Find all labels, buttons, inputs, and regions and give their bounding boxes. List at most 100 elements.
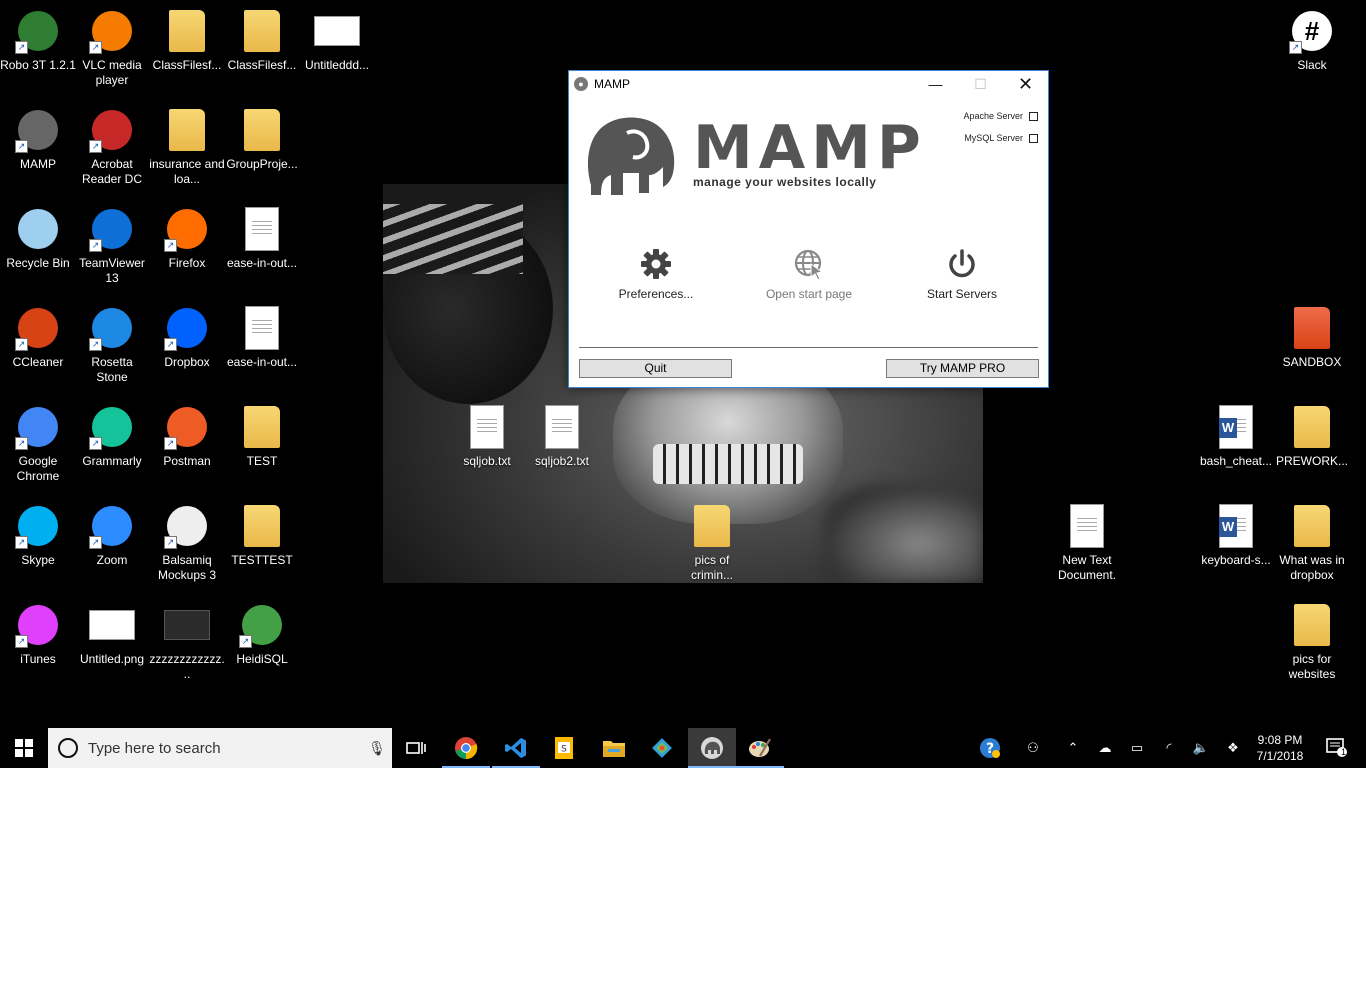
desktop-icon-vlc-media-player[interactable]: ↗ VLC media player [74, 8, 150, 88]
microphone-icon[interactable]: 🎙 [362, 740, 392, 757]
mamp-titlebar[interactable]: ● MAMP — ☐ ✕ [569, 71, 1048, 97]
desktop-icon-mamp[interactable]: ↗ MAMP [0, 107, 76, 172]
desktop-icon-untitleddd[interactable]: Untitleddd... [299, 8, 375, 73]
taskbar-vscode[interactable] [492, 728, 540, 768]
desktop-icon-test[interactable]: TEST [224, 404, 300, 469]
shortcut-arrow-icon: ↗ [15, 338, 28, 351]
tray-dropbox[interactable]: ❖ [1222, 728, 1244, 768]
file-explorer-icon [603, 741, 625, 757]
desktop-icon-rosetta-stone[interactable]: ↗ Rosetta Stone [74, 305, 150, 385]
desktop-icon-teamviewer-13[interactable]: ↗ TeamViewer 13 [74, 206, 150, 286]
desktop-icon-insurance-and-loa[interactable]: insurance and loa... [149, 107, 225, 187]
taskbar-gitkraken[interactable] [638, 728, 686, 768]
task-view-button[interactable] [392, 728, 440, 768]
sandbox-folder-icon [1289, 305, 1335, 351]
desktop-icon-acrobat-reader-dc[interactable]: ↗ Acrobat Reader DC [74, 107, 150, 187]
taskbar-chrome[interactable] [442, 728, 490, 768]
folder-icon [164, 8, 210, 54]
desktop-icon-sqljob[interactable]: sqljob.txt [449, 404, 525, 469]
desktop-icon-classfilesf[interactable]: ClassFilesf... [149, 8, 225, 73]
minimize-button[interactable]: — [913, 71, 958, 97]
desktop-icon-itunes[interactable]: ↗ iTunes [0, 602, 76, 667]
image-thumbnail-icon [314, 8, 360, 54]
tray-network[interactable]: ◜ [1158, 728, 1180, 768]
tray-onedrive[interactable]: ☁ [1094, 728, 1116, 768]
windows-logo-icon [15, 739, 33, 757]
tray-people[interactable]: ⚇ [1020, 728, 1046, 768]
desktop-icon-bash-cheat[interactable]: W bash_cheat... [1198, 404, 1274, 469]
open-start-page-button[interactable]: Open start page [739, 247, 879, 301]
desktop-icon-grammarly[interactable]: ↗ Grammarly [74, 404, 150, 469]
mysql-status-light [1029, 133, 1038, 143]
desktop-icon-pics-of-crimin[interactable]: pics of crimin... [674, 503, 750, 583]
desktop-icon-recycle-bin[interactable]: Recycle Bin [0, 206, 76, 271]
desktop-icon-groupproje[interactable]: GroupProje... [224, 107, 300, 172]
maximize-button[interactable]: ☐ [958, 71, 1003, 97]
desktop-icon-pics-for-websites[interactable]: pics for websites [1274, 602, 1350, 682]
tray-volume[interactable]: 🔈 [1190, 728, 1212, 768]
close-button[interactable]: ✕ [1003, 71, 1048, 97]
taskbar-mamp[interactable] [688, 728, 736, 768]
desktop-icon-postman[interactable]: ↗ Postman [149, 404, 225, 469]
desktop-icon-ease-in-out[interactable]: ease-in-out... [224, 305, 300, 370]
desktop-icon-label: Balsamiq Mockups 3 [157, 553, 217, 582]
desktop-icon-firefox[interactable]: ↗ Firefox [149, 206, 225, 271]
desktop-icon-label: VLC media player [82, 58, 142, 87]
desktop-icon-keyboard-s[interactable]: W keyboard-s... [1198, 503, 1274, 568]
shortcut-arrow-icon: ↗ [89, 140, 102, 153]
desktop-icon-classfilesf[interactable]: ClassFilesf... [224, 8, 300, 73]
mamp-elephant-icon: ● [574, 77, 588, 91]
clock-date: 7/1/2018 [1256, 749, 1304, 763]
desktop-icon-dropbox[interactable]: ↗ Dropbox [149, 305, 225, 370]
taskbar-paint[interactable] [736, 728, 784, 768]
desktop-icon-skype[interactable]: ↗ Skype [0, 503, 76, 568]
search-placeholder: Type here to search [88, 739, 221, 757]
desktop-icon-sqljob2[interactable]: sqljob2.txt [524, 404, 600, 469]
tray-battery[interactable]: ▭ [1126, 728, 1148, 768]
taskbar-slides[interactable]: S [540, 728, 588, 768]
shortcut-arrow-icon: ↗ [89, 536, 102, 549]
action-center-button[interactable]: 1 [1322, 728, 1352, 768]
desktop-icon-zoom[interactable]: ↗ Zoom [74, 503, 150, 568]
taskbar-file-explorer[interactable] [590, 728, 638, 768]
desktop-icon-new-text-document[interactable]: New Text Document. [1049, 503, 1125, 583]
globe-icon [739, 247, 879, 281]
start-button[interactable] [0, 728, 48, 768]
mamp-brand: MAMP [693, 113, 927, 183]
desktop-icon-what-was-in-dropbox[interactable]: What was in dropbox [1274, 503, 1350, 583]
desktop-icon-zzzzzzzzzzzz[interactable]: zzzzzzzzzzzz... [149, 602, 225, 682]
balsamiq-icon: ↗ [164, 503, 210, 549]
desktop-icon-slack[interactable]: # ↗ Slack [1274, 8, 1350, 73]
desktop-icon-label: Robo 3T 1.2.1 [0, 58, 76, 72]
desktop-icon-robo-3t-1-2-1[interactable]: ↗ Robo 3T 1.2.1 [0, 8, 76, 73]
desktop-icon-sandbox[interactable]: SANDBOX [1274, 305, 1350, 370]
image-thumbnail-icon [164, 602, 210, 648]
desktop-icon-untitled-png[interactable]: Untitled.png [74, 602, 150, 667]
desktop-icon-google-chrome[interactable]: ↗ Google Chrome [0, 404, 76, 484]
quit-button[interactable]: Quit [579, 359, 732, 378]
desktop-icon-ease-in-out[interactable]: ease-in-out... [224, 206, 300, 271]
chrome-icon [455, 737, 478, 760]
grammarly-icon: ↗ [89, 404, 135, 450]
start-servers-button[interactable]: Start Servers [892, 247, 1032, 301]
desktop-icon-testtest[interactable]: TESTTEST [224, 503, 300, 568]
people-icon: ⚇ [1027, 740, 1039, 755]
try-mamp-pro-button[interactable]: Try MAMP PRO [886, 359, 1039, 378]
tray-help[interactable]: ? [976, 728, 1004, 768]
search-box[interactable]: Type here to search 🎙 [48, 728, 392, 768]
mamp-window[interactable]: ● MAMP — ☐ ✕ MAMP manage your websites l… [568, 70, 1049, 388]
desktop-icon-heidisql[interactable]: ↗ HeidiSQL [224, 602, 300, 667]
desktop-icon-balsamiq-mockups-3[interactable]: ↗ Balsamiq Mockups 3 [149, 503, 225, 583]
clock[interactable]: 9:08 PM 7/1/2018 [1246, 732, 1314, 764]
desktop-icon-prework[interactable]: PREWORK... [1274, 404, 1350, 469]
desktop-icon-ccleaner[interactable]: ↗ CCleaner [0, 305, 76, 370]
clock-time: 9:08 PM [1257, 733, 1303, 747]
window-title: MAMP [594, 77, 630, 91]
desktop-icon-label: Skype [21, 553, 55, 567]
tray-show-hidden-icons[interactable]: ⌃ [1062, 728, 1084, 768]
mamp-elephant-icon: ↗ [15, 107, 61, 153]
mamp-elephant-icon [587, 117, 675, 195]
preferences-button[interactable]: Preferences... [586, 247, 726, 301]
acrobat-icon: ↗ [89, 107, 135, 153]
mamp-elephant-icon [701, 737, 723, 759]
